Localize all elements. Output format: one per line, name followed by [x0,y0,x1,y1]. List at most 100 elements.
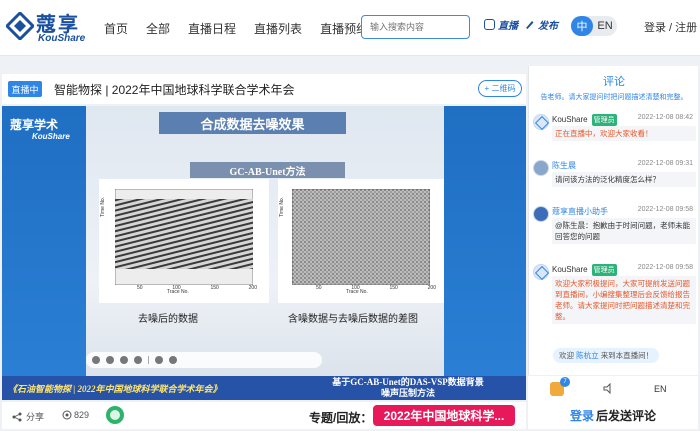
language-switch[interactable]: 中 EN [571,16,617,36]
slide-logo-cn: 蔻享学术 [10,118,59,132]
slide-logo-en: KouShare [32,132,70,141]
english-toggle[interactable]: EN [654,384,667,394]
eraser-tool-icon[interactable] [134,356,142,364]
comment-text: 请问该方法的泛化精度怎么样？ [552,172,696,187]
topic-label: 专题/回放： [309,411,373,425]
comment-login-link[interactable]: 登录 [570,407,594,424]
toolbar-divider [148,356,149,364]
avatar [533,206,549,222]
live-button[interactable]: 直播 [484,17,518,32]
view-count-value: 829 [74,410,90,420]
nav-live-schedule[interactable]: 直播日程 [188,20,236,37]
login-register-link[interactable]: 登录 / 注册 [644,19,697,35]
seismic-denoised-image [115,189,253,285]
x-tick: 200 [427,285,436,291]
slide-heading: 合成数据去噪效果 [159,112,346,134]
live-icon [484,19,495,30]
comment-author: KouShare 管理员 [552,264,617,276]
comment-text: @陈生晨：抱歉由于时间问题，老师未能回答您的问题 [552,218,696,244]
live-status-badge: 直播中 [8,81,42,97]
axis-x-label-left: Trace No. [167,289,189,295]
live-button-label: 直播 [498,21,518,32]
redo-tool-icon[interactable] [169,356,177,364]
comment-author: 陈生晨 [552,161,576,170]
annotation-toolbar [86,352,322,368]
x-tick: 50 [137,285,143,291]
banner-talk-title: 基于GC-AB-Unet的DAS-VSP数据背景 噪声压制方法 [290,377,526,399]
search-input[interactable] [361,15,470,39]
comments-header: 评论 [603,76,625,88]
welcome-suffix: 来到本直播间！ [600,351,654,360]
comment-author-name: KouShare [552,115,588,124]
publish-button-label: 发布 [538,21,558,32]
avatar [533,114,549,130]
welcome-user: 陈杭立 [576,351,599,360]
slide-method-title: GC-AB-Unet方法 [190,162,345,178]
logo-text-en: KouShare [38,33,86,44]
caption-denoised: 去噪后的数据 [138,314,198,325]
comment-text: 欢迎大家积极提问，大家可提前发送问题到直播间，小编搜集整理后会反馈给报告老师。请… [552,276,696,324]
admin-badge: 管理员 [591,264,617,276]
site-logo[interactable]: 蔻享 KouShare [6,8,86,48]
avatar [533,160,549,176]
eye-icon [62,410,72,420]
x-tick: 50 [316,285,322,291]
slide-right-strip [444,106,526,376]
axis-y-label-right: Time No. [279,196,285,217]
comment-time: 2022-12-08 09:58 [637,206,693,213]
share-button[interactable]: 分享 [12,410,44,423]
axis-y-label-left: Time No. [100,196,106,217]
share-label: 分享 [26,412,45,422]
speaker-icon[interactable] [603,383,613,394]
slide-bottom-banner: 《石油智能物探 | 2022年中国地球科学联合学术年会》 基于GC-AB-Une… [2,376,526,400]
live-title: 智能物探 | 2022年中国地球科学联合学术年会 [54,83,295,97]
wechat-icon[interactable] [106,406,124,424]
like-count-badge: 7 [560,377,570,387]
share-icon [12,412,22,421]
welcome-prefix: 欢迎 [559,351,574,360]
pointer-tool-icon[interactable] [92,356,100,364]
pen-tool-icon[interactable] [106,356,114,364]
comment-author-name: KouShare [552,265,588,274]
comment-login-hint: 后发送评论 [596,409,657,423]
nav-home[interactable]: 首页 [104,20,128,37]
pen-icon [526,21,534,29]
welcome-message: 欢迎 陈杭立 来到本直播间！ [553,348,660,363]
denoised-data-panel: Time No. 50 100 150 200 Trace No. [99,179,269,303]
axis-x-ticks-right: 50 100 150 200 [316,285,436,291]
comment-time: 2022-12-08 09:31 [637,160,693,167]
nav-all[interactable]: 全部 [146,20,170,37]
publish-button[interactable]: 发布 [524,17,558,32]
difference-panel: Time No. 50 100 150 200 Trace No. [278,179,444,303]
axis-x-ticks-left: 50 100 150 200 [137,285,257,291]
comments-notice: 告老师。请大家提问时把问题描述清楚和完整。 [540,94,688,101]
topic-link[interactable]: 2022年中国地球科学... [373,405,515,426]
x-tick: 150 [210,285,219,291]
koushare-logo-icon [6,12,34,40]
comment-author: 蔻享直播小助手 [552,207,608,216]
comment-text: 正在直播中，欢迎大家收看！ [552,126,696,141]
nav-live-list[interactable]: 直播列表 [254,20,302,37]
comment-author: KouShare 管理员 [552,114,617,126]
player-footer: 分享 829 专题/回放： 2022年中国地球科学... [2,402,526,429]
lang-en-option[interactable]: EN [593,16,617,36]
comments-actions: 7 EN [528,375,698,402]
highlighter-tool-icon[interactable] [120,356,128,364]
seismic-difference-image [292,189,430,285]
banner-talk-title-line1: 基于GC-AB-Unet的DAS-VSP数据背景 [332,377,484,387]
lang-cn-option[interactable]: 中 [571,16,593,36]
view-count: 829 [62,410,89,420]
x-tick: 150 [389,285,398,291]
top-navigation-bar: 蔻享 KouShare 首页 全部 直播日程 直播列表 直播预约 直播 发布 中… [0,0,700,56]
video-player[interactable]: 蔻享学术 KouShare 合成数据去噪效果 GC-AB-Unet方法 Time… [2,106,526,400]
main-nav: 首页 全部 直播日程 直播列表 直播预约 [104,20,368,37]
slide-left-strip: 蔻享学术 KouShare [2,106,86,376]
banner-talk-title-line2: 噪声压制方法 [380,388,435,398]
comment-time: 2022-12-08 08:42 [637,114,693,121]
undo-tool-icon[interactable] [155,356,163,364]
axis-x-label-right: Trace No. [346,289,368,295]
comment-time: 2022-12-08 09:58 [637,264,693,271]
qr-code-button[interactable]: + 二维码 [478,80,522,97]
banner-conference-title: 《石油智能物探 | 2022年中国地球科学联合学术年会》 [8,384,222,394]
x-tick: 200 [248,285,257,291]
